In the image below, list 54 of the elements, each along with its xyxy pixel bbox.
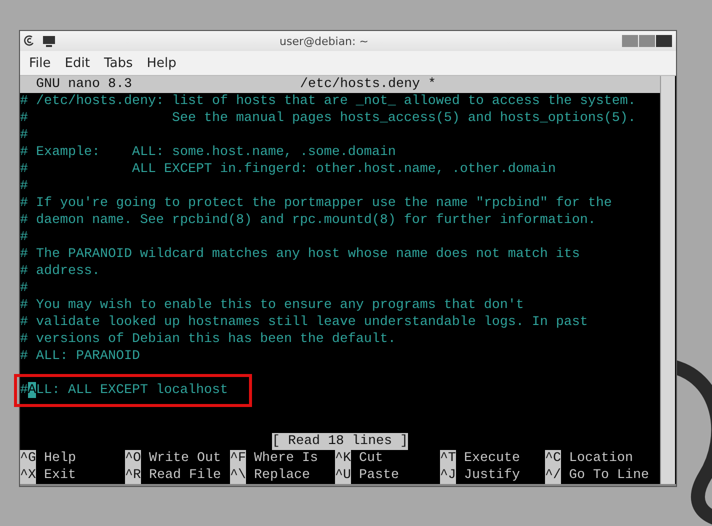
shortcut-key: ^O [125, 450, 141, 467]
code-line: # address. [20, 264, 100, 279]
menu-item[interactable]: Help [140, 56, 184, 70]
menu-item[interactable]: File [22, 56, 58, 70]
minimize-button[interactable] [622, 35, 638, 47]
shortcut-label: Location [569, 450, 633, 467]
code-line: # You may wish to enable this to ensure any programs that don't [20, 298, 524, 313]
shortcut-key: ^J [440, 467, 456, 484]
file-name: /etc/hosts.deny * [300, 76, 436, 93]
shortcut-label: Where Is [254, 450, 318, 467]
code-line: # [20, 230, 28, 245]
nano-version: GNU nano 8.3 [36, 76, 132, 93]
window-title: user@debian: ~ [278, 34, 370, 48]
shortcut-key: ^R [125, 467, 141, 484]
shortcut-key: ^K [335, 450, 351, 467]
shortcut-label: Go To Line [569, 467, 649, 484]
shortcut-key: ^/ [545, 467, 561, 484]
scrollbar[interactable] [660, 76, 675, 484]
code-line: # [20, 281, 28, 296]
shortcut-label: Justify [464, 467, 520, 484]
shortcut-label: Read File [149, 467, 221, 484]
code-line: # [20, 179, 28, 194]
shortcut-key: ^X [20, 467, 36, 484]
code-line: # versions of Debian this has been the default. [20, 332, 396, 347]
shortcut-key: ^U [335, 467, 351, 484]
status-message: [ Read 18 lines ] [272, 433, 408, 450]
shortcut-label: Paste [359, 467, 399, 484]
menu-item[interactable]: Tabs [96, 56, 140, 70]
shortcut-key: ^T [440, 450, 456, 467]
code-line: # The PARANOID wildcard matches any host whose name does not match its [20, 247, 580, 262]
monitor-icon [42, 35, 56, 47]
shortcut-label: Write Out [149, 450, 221, 467]
shortcut-label: Replace [254, 467, 310, 484]
code-line: # If you're going to protect the portmapper use the name "rpcbind" for the [20, 196, 612, 211]
shortcut-key: ^\ [230, 467, 246, 484]
shortcut-key: ^C [545, 450, 561, 467]
maximize-button[interactable] [639, 35, 655, 47]
swirl-icon [24, 35, 36, 47]
code-line: # ALL: PARANOID [20, 349, 140, 364]
code-line: # /etc/hosts.deny: list of hosts that are _not_ allowed to access the system. [20, 94, 636, 109]
code-line: # [20, 128, 28, 143]
shortcut-key: ^G [20, 450, 36, 467]
menu-item[interactable]: Edit [58, 56, 97, 70]
code-line: # Example: ALL: some.host.name, .some.domain [20, 145, 396, 160]
code-line: # validate looked up hostnames still leave understandable logs. In past [20, 315, 588, 330]
close-button[interactable] [656, 35, 672, 47]
code-line: # ALL EXCEPT in.fingerd: other.host.name, .other.domain [20, 162, 556, 177]
shortcut-label: Exit [44, 467, 76, 484]
code-line: # See the manual pages hosts_access(5) and hosts_options(5). [20, 111, 636, 126]
shortcut-key: ^F [230, 450, 246, 467]
shortcut-label: Help [44, 450, 76, 467]
shortcut-label: Execute [464, 450, 520, 467]
shortcut-label: Cut [359, 450, 383, 467]
code-line: # daemon name. See rpcbind(8) and rpc.mountd(8) for further information. [20, 213, 596, 228]
